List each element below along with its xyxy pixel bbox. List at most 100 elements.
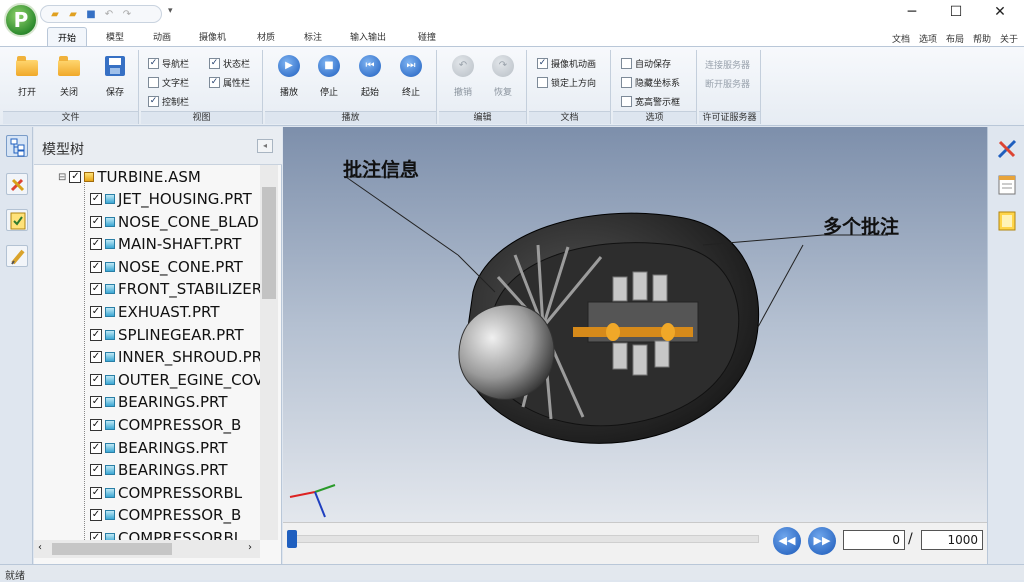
save-button[interactable]: 保存	[97, 53, 133, 103]
end-button[interactable]: ⏭ 终止	[393, 53, 429, 103]
tree-horizontal-scroll-thumb[interactable]	[52, 543, 172, 555]
close-file-button[interactable]: 关闭	[51, 53, 87, 103]
node-checkbox[interactable]: ✓	[90, 486, 102, 499]
node-checkbox[interactable]: ✓	[69, 171, 82, 183]
tab-animation[interactable]: 动画	[153, 30, 171, 43]
turbine-model[interactable]	[283, 127, 987, 522]
properties-button[interactable]	[995, 173, 1019, 197]
node-checkbox[interactable]: ✓	[90, 441, 102, 454]
minimize-button[interactable]: ─	[902, 4, 922, 20]
hide-axes-checkbox[interactable]: 隐藏坐标系	[621, 76, 680, 89]
tab-camera[interactable]: 摄像机	[199, 30, 226, 43]
menu-about[interactable]: 关于	[1000, 32, 1018, 45]
connect-server-button[interactable]: 连接服务器	[705, 58, 750, 71]
tab-annotation[interactable]: 标注	[304, 30, 322, 43]
scroll-right-icon[interactable]: ›	[248, 542, 252, 553]
redo-button[interactable]: ↷ 恢复	[485, 53, 521, 103]
collapse-icon[interactable]: ⊟	[58, 172, 66, 183]
control-bar-checkbox[interactable]: ✓ 控制栏	[148, 95, 189, 108]
tree-node[interactable]: ✓ BEARINGS.PRT	[90, 391, 228, 413]
current-frame-input[interactable]: 0	[843, 530, 905, 550]
camera-anim-checkbox[interactable]: ✓ 摄像机动画	[537, 57, 596, 70]
rewind-button[interactable]: ◀◀	[773, 527, 801, 555]
tree-root-node[interactable]: ⊟ ✓ TURBINE.ASM	[58, 166, 201, 188]
node-checkbox[interactable]: ✓	[90, 193, 102, 205]
tree-node[interactable]: ✓ BEARINGS.PRT	[90, 459, 228, 481]
wide-warn-checkbox[interactable]: 宽高警示框	[621, 95, 680, 108]
pin-panel-button[interactable]: ◂	[257, 139, 273, 153]
tab-model[interactable]: 模型	[106, 30, 124, 43]
maximize-button[interactable]: ☐	[946, 4, 966, 20]
node-checkbox[interactable]: ✓	[90, 509, 102, 522]
3d-viewport[interactable]: 批注信息 多个批注	[283, 127, 987, 522]
start-button[interactable]: ⏮ 起始	[352, 53, 388, 103]
tree-node[interactable]: ✓ SPLINEGEAR.PRT	[90, 324, 244, 346]
timeline-slider[interactable]	[289, 535, 759, 543]
tree-node[interactable]: ✓ FRONT_STABILIZER	[90, 278, 260, 300]
node-checkbox[interactable]: ✓	[90, 532, 102, 540]
tree-vertical-scrollbar[interactable]	[260, 165, 278, 540]
node-checkbox[interactable]: ✓	[90, 396, 102, 409]
folder-icon[interactable]: ▰	[67, 9, 79, 20]
notes-button[interactable]	[995, 209, 1019, 233]
tab-import-export[interactable]: 输入输出	[350, 30, 386, 43]
stop-button[interactable]: ■ 停止	[311, 53, 347, 103]
open-folder-icon[interactable]: ▰	[49, 9, 61, 20]
tab-start[interactable]: 开始	[47, 27, 88, 46]
tree-node[interactable]: ✓ COMPRESSORBL	[90, 527, 242, 540]
tab-collision[interactable]: 碰撞	[418, 30, 436, 43]
app-logo[interactable]: P	[4, 3, 38, 37]
fast-forward-button[interactable]: ▶▶	[808, 527, 836, 555]
tree-node[interactable]: ✓ BEARINGS.PRT	[90, 437, 228, 459]
tools-button[interactable]	[995, 137, 1019, 161]
prop-bar-checkbox[interactable]: ✓ 属性栏	[209, 76, 250, 89]
total-frames-input[interactable]: 1000	[921, 530, 983, 550]
tab-material[interactable]: 材质	[257, 30, 275, 43]
tree-node[interactable]: ✓ INNER_SHROUD.PRT	[90, 346, 260, 368]
tree-node[interactable]: ✓ JET_HOUSING.PRT	[90, 188, 252, 210]
menu-help[interactable]: 帮助	[973, 32, 991, 45]
annotation-label-1[interactable]: 批注信息	[343, 155, 419, 182]
nav-bar-checkbox[interactable]: ✓ 导航栏	[148, 57, 189, 70]
annotation-tool[interactable]	[6, 173, 28, 195]
tree-node[interactable]: ✓ NOSE_CONE_BLADE	[90, 211, 260, 233]
disconnect-server-button[interactable]: 断开服务器	[705, 77, 750, 90]
auto-save-checkbox[interactable]: 自动保存	[621, 57, 671, 70]
node-checkbox[interactable]: ✓	[90, 464, 102, 477]
timeline-thumb[interactable]	[287, 530, 297, 548]
tree-node[interactable]: ✓ MAIN-SHAFT.PRT	[90, 233, 241, 255]
lock-up-checkbox[interactable]: 锁定上方向	[537, 76, 596, 89]
scroll-left-icon[interactable]: ‹	[38, 542, 42, 553]
tree-node[interactable]: ✓ EXHUAST.PRT	[90, 301, 219, 323]
tree-node[interactable]: ✓ COMPRESSOR_B	[90, 414, 241, 436]
tree-horizontal-scrollbar[interactable]: ‹ ›	[34, 540, 260, 558]
close-button[interactable]: ✕	[990, 4, 1010, 20]
node-checkbox[interactable]: ✓	[90, 260, 102, 273]
undo-button[interactable]: ↶ 撤销	[445, 53, 481, 103]
tree-vertical-scroll-thumb[interactable]	[262, 187, 276, 299]
annotation-label-2[interactable]: 多个批注	[823, 212, 899, 239]
menu-document[interactable]: 文档	[892, 32, 910, 45]
redo-icon[interactable]: ↷	[121, 9, 133, 20]
node-checkbox[interactable]: ✓	[90, 419, 102, 431]
undo-icon[interactable]: ↶	[103, 9, 115, 20]
node-checkbox[interactable]: ✓	[90, 215, 102, 228]
node-checkbox[interactable]: ✓	[90, 283, 102, 296]
markup-tool[interactable]	[6, 245, 28, 267]
node-checkbox[interactable]: ✓	[90, 328, 102, 341]
tree-node[interactable]: ✓ OUTER_EGINE_COVER	[90, 369, 260, 391]
customize-quick-access-button[interactable]: ▾	[168, 6, 173, 16]
node-checkbox[interactable]: ✓	[90, 238, 102, 251]
tree-node[interactable]: ✓ COMPRESSOR_B	[90, 504, 241, 526]
menu-layout[interactable]: 布局	[946, 32, 964, 45]
tree-node[interactable]: ✓ NOSE_CONE.PRT	[90, 256, 243, 278]
menu-options[interactable]: 选项	[919, 32, 937, 45]
node-checkbox[interactable]: ✓	[90, 373, 102, 386]
checklist-tool[interactable]	[6, 209, 28, 231]
play-button[interactable]: ▶ 播放	[271, 53, 307, 103]
node-checkbox[interactable]: ✓	[90, 351, 102, 364]
open-button[interactable]: 打开	[9, 53, 45, 103]
tree-node[interactable]: ✓ COMPRESSORBL	[90, 482, 242, 504]
text-bar-checkbox[interactable]: 文字栏	[148, 76, 189, 89]
model-tree-toggle[interactable]	[6, 135, 28, 157]
